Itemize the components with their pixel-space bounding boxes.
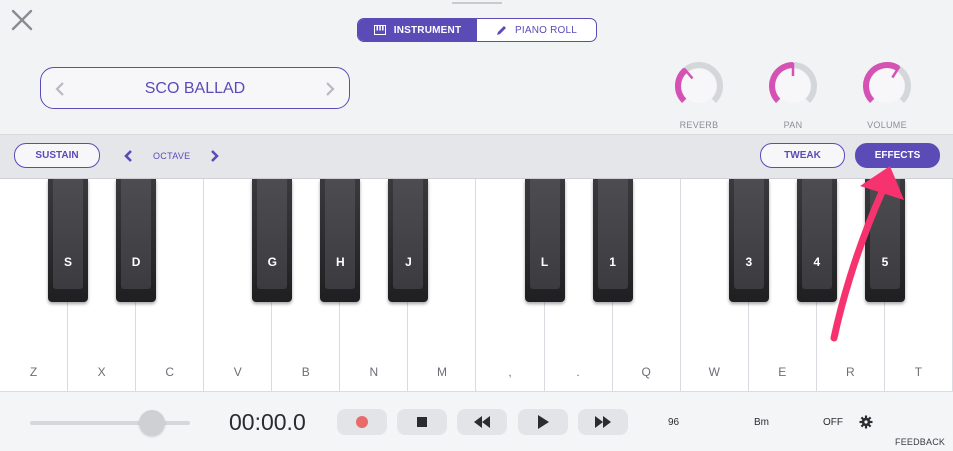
sustain-button[interactable]: SUSTAIN [14, 143, 100, 168]
gear-icon[interactable] [859, 415, 873, 429]
knob-dial [769, 62, 817, 103]
knob-dial [675, 62, 723, 103]
pencil-icon [496, 25, 506, 35]
black-key-face [733, 179, 764, 289]
black-key[interactable]: 3 [728, 179, 769, 302]
key-value[interactable]: Bm [754, 417, 769, 428]
black-key-label: S [64, 255, 73, 269]
white-key-label: Z [29, 365, 38, 379]
play-button[interactable] [518, 409, 568, 435]
black-key[interactable]: D [116, 179, 157, 302]
transport-bar: 00:00.0 96 Bm OFF FEEDBACK [0, 391, 953, 451]
volume-slider[interactable] [30, 421, 190, 425]
black-key-label: 3 [745, 255, 753, 269]
tab-instrument[interactable]: INSTRUMENT [358, 19, 477, 41]
black-key[interactable]: 5 [864, 179, 905, 302]
reverb-label: REVERB [679, 120, 719, 130]
tweak-button[interactable]: TWEAK [760, 143, 845, 168]
black-key[interactable]: G [252, 179, 293, 302]
tab-instrument-label: INSTRUMENT [393, 24, 462, 36]
black-key-label: D [131, 255, 141, 269]
black-key-label: L [540, 255, 549, 269]
mode-toggle: INSTRUMENT PIANO ROLL [357, 18, 597, 42]
white-key-label: R [846, 365, 855, 379]
black-key-face [597, 179, 628, 289]
black-key-label: J [405, 255, 412, 269]
octave-up-icon[interactable] [209, 149, 221, 163]
black-key-label: 4 [813, 255, 821, 269]
black-key-label: G [267, 255, 277, 269]
time-display: 00:00.0 [229, 409, 306, 435]
white-key-label: N [369, 365, 379, 379]
piano-icon [373, 25, 386, 35]
record-button[interactable] [337, 409, 387, 435]
play-icon [538, 415, 549, 429]
white-key-label: . [576, 365, 580, 379]
black-key-label: 5 [881, 255, 889, 269]
knob-face [682, 69, 716, 103]
white-key-label: , [508, 365, 512, 379]
white-key-label: Q [641, 365, 651, 379]
stop-button[interactable] [397, 409, 447, 435]
white-key-label: M [436, 365, 447, 379]
black-key-face [869, 179, 900, 289]
white-key-label: V [233, 365, 242, 379]
rewind-icon [474, 416, 490, 428]
black-key[interactable]: 1 [592, 179, 633, 302]
effects-button[interactable]: EFFECTS [855, 143, 940, 168]
volume-label: VOLUME [867, 120, 907, 130]
metronome-toggle[interactable]: OFF [823, 417, 843, 428]
volume-knob[interactable]: VOLUME [859, 58, 915, 130]
reverb-knob[interactable]: REVERB [671, 58, 727, 130]
black-key[interactable]: 4 [796, 179, 837, 302]
chevron-right-icon[interactable] [323, 81, 337, 97]
black-key[interactable]: J [388, 179, 429, 302]
pan-knob[interactable]: PAN [765, 58, 821, 130]
drag-handle[interactable] [452, 2, 502, 4]
black-key-face [53, 179, 84, 289]
fast-forward-button[interactable] [578, 409, 628, 435]
black-key[interactable]: H [320, 179, 361, 302]
record-icon [356, 416, 368, 428]
tab-piano-roll-label: PIANO ROLL [514, 24, 578, 36]
stop-icon [417, 417, 427, 427]
black-key[interactable]: S [48, 179, 89, 302]
pan-label: PAN [783, 120, 803, 130]
white-key-label: E [778, 365, 787, 379]
white-key-label: C [165, 365, 174, 379]
black-key-label: 1 [609, 255, 616, 269]
knob-face [870, 69, 904, 103]
black-key-face [801, 179, 832, 289]
white-key-label: X [97, 365, 106, 379]
fast-forward-icon [595, 416, 611, 428]
volume-slider-thumb[interactable] [139, 410, 165, 436]
black-key-face [121, 179, 152, 289]
tempo-value[interactable]: 96 [668, 417, 679, 428]
octave-label: OCTAVE [153, 151, 191, 161]
tab-piano-roll[interactable]: PIANO ROLL [477, 19, 596, 41]
white-key-label: B [301, 365, 310, 379]
black-key-face [529, 179, 560, 289]
feedback-link[interactable]: FEEDBACK [895, 437, 945, 447]
piano-keyboard: Z X C V B N M,. Q W E R T S D G H J L 1 3 4 5 [0, 178, 953, 391]
rewind-button[interactable] [457, 409, 507, 435]
close-icon[interactable] [10, 8, 34, 32]
instrument-header: INSTRUMENT PIANO ROLL SCO BALLAD REVERB … [0, 0, 953, 134]
knob-dial [863, 62, 911, 103]
preset-name[interactable]: SCO BALLAD [41, 80, 349, 98]
black-key-face [393, 179, 424, 289]
black-key-label: H [336, 255, 345, 269]
preset-selector: SCO BALLAD [40, 67, 350, 109]
white-key-label: T [914, 365, 923, 379]
octave-down-icon[interactable] [122, 149, 134, 163]
black-key[interactable]: L [524, 179, 565, 302]
white-key-label: W [708, 365, 720, 379]
black-key-face [257, 179, 288, 289]
black-key-face [325, 179, 356, 289]
